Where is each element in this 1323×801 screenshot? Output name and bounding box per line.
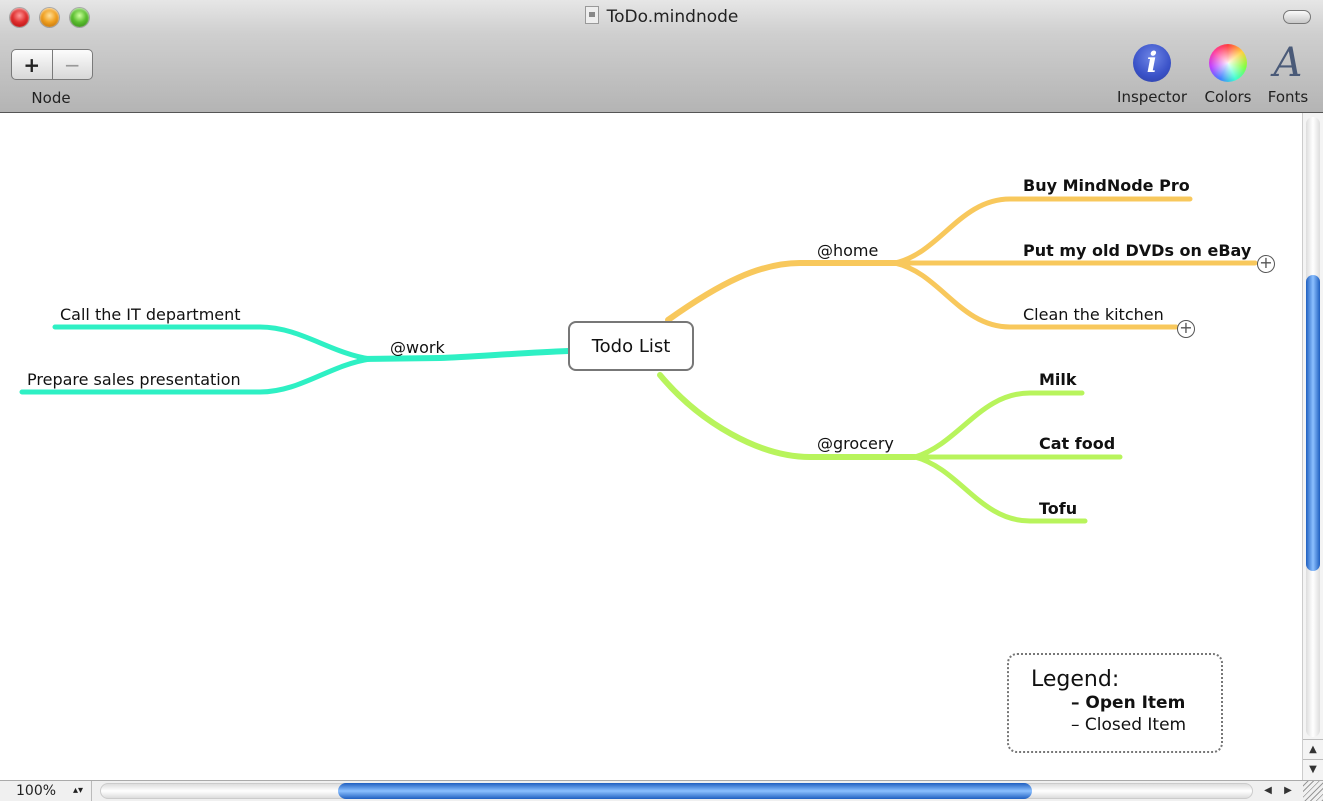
bottom-bar: 100% ▴▾ ◀ ▶ <box>0 780 1323 801</box>
expand-node-icon[interactable]: + <box>1257 255 1275 273</box>
node-call-it-department[interactable]: Call the IT department <box>60 305 241 324</box>
inspector-button[interactable]: i Inspector <box>1112 44 1192 106</box>
node-put-dvds-on-ebay[interactable]: Put my old DVDs on eBay <box>1023 241 1251 260</box>
fonts-button[interactable]: A Fonts <box>1248 40 1323 106</box>
scroll-right-arrow-icon[interactable]: ▶ <box>1278 781 1298 801</box>
branch-line-home <box>665 260 903 323</box>
scroll-down-arrow-icon[interactable]: ▼ <box>1303 759 1323 780</box>
scroll-up-arrow-icon[interactable]: ▲ <box>1303 739 1323 760</box>
zoom-level-value: 100% <box>16 783 57 799</box>
color-wheel-icon <box>1209 44 1247 82</box>
node-cat-food[interactable]: Cat food <box>1039 434 1115 453</box>
node-work[interactable]: @work <box>390 338 445 357</box>
vertical-scrollbar[interactable]: ▲ ▼ <box>1302 113 1323 780</box>
node-segmented-control: + − <box>11 49 93 80</box>
legend-title: Legend: <box>1031 667 1120 692</box>
window-title: ToDo.mindnode <box>606 7 739 27</box>
node-home[interactable]: @home <box>817 241 878 260</box>
node-buy-mindnode-pro[interactable]: Buy MindNode Pro <box>1023 176 1190 195</box>
legend-open-item: – Open Item <box>1071 693 1186 713</box>
resize-grip-icon[interactable] <box>1303 781 1323 801</box>
legend-box[interactable]: Legend: – Open Item – Closed Item <box>1007 653 1223 753</box>
node-tofu[interactable]: Tofu <box>1039 499 1077 518</box>
node-prepare-sales-presentation[interactable]: Prepare sales presentation <box>27 370 241 389</box>
toolbar-toggle-button[interactable] <box>1283 10 1311 24</box>
node-milk[interactable]: Milk <box>1039 370 1077 389</box>
vertical-scroll-thumb[interactable] <box>1306 275 1320 571</box>
scroll-left-arrow-icon[interactable]: ◀ <box>1258 781 1278 801</box>
document-icon <box>584 6 599 24</box>
stepper-arrows-icon: ▴▾ <box>72 785 83 796</box>
zoom-level-select[interactable]: 100% ▴▾ <box>0 781 92 801</box>
node-clean-kitchen[interactable]: Clean the kitchen <box>1023 305 1164 324</box>
horizontal-scroll-thumb[interactable] <box>338 783 1032 799</box>
mindmap-canvas[interactable]: Todo List @work Call the IT department P… <box>0 113 1303 780</box>
info-icon: i <box>1133 44 1171 82</box>
window-title-area: ToDo.mindnode <box>0 6 1323 27</box>
fonts-label: Fonts <box>1267 88 1309 106</box>
add-node-button[interactable]: + <box>12 50 52 79</box>
branch-line-work-call-it <box>52 324 373 362</box>
expand-node-icon[interactable]: + <box>1177 320 1195 338</box>
window-titlebar: ToDo.mindnode + − Node i Inspector Color… <box>0 0 1323 113</box>
inspector-label: Inspector <box>1117 88 1187 106</box>
root-node[interactable]: Todo List <box>568 321 694 371</box>
node-grocery[interactable]: @grocery <box>817 434 894 453</box>
node-group-label: Node <box>31 89 71 107</box>
legend-closed-item: – Closed Item <box>1071 715 1187 735</box>
font-icon: A <box>1273 40 1303 86</box>
remove-node-button[interactable]: − <box>51 50 93 79</box>
